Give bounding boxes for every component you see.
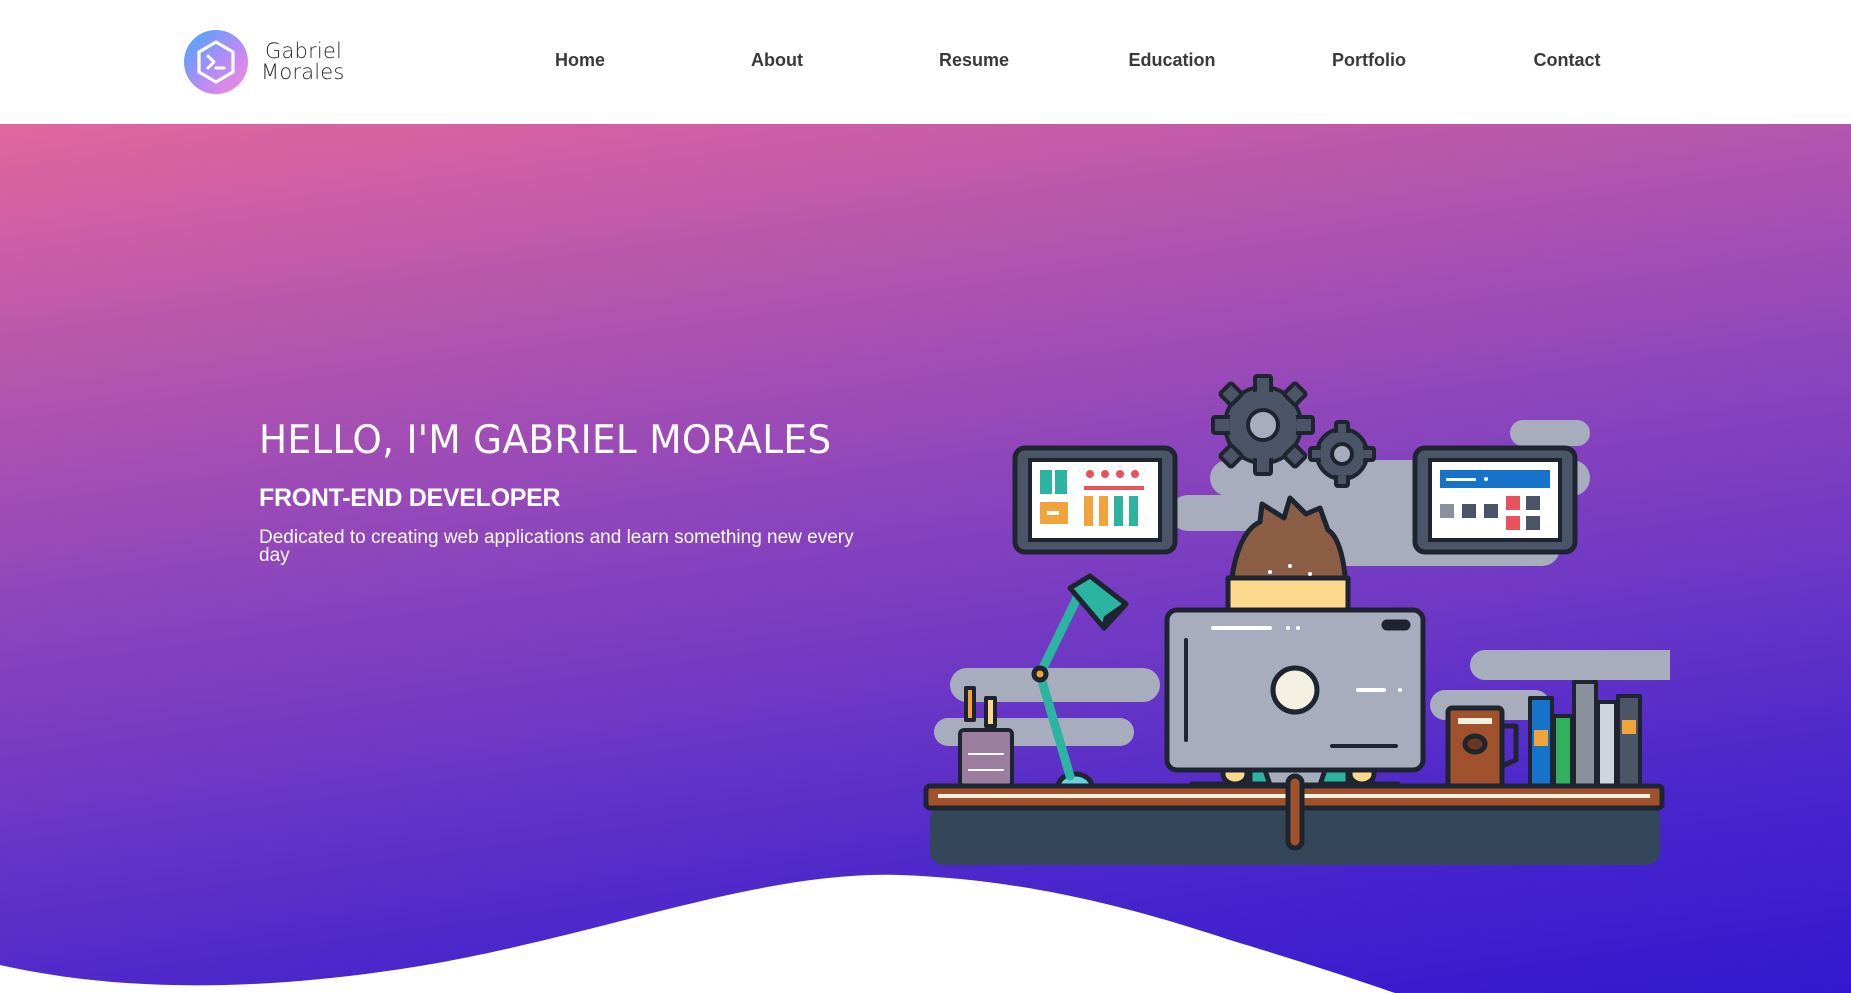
bottom-wave-divider [0,874,1395,993]
hero-section: HELLO, I'M GABRIEL MORALES FRONT-END DEV… [0,124,1851,993]
terminal-hexagon-icon [184,30,248,94]
site-header: Gabriel Morales Home About Resume Educat… [0,0,1851,124]
nav-portfolio-link[interactable]: Portfolio [1289,50,1449,71]
nav-resume-link[interactable]: Resume [894,50,1054,71]
brand-logo[interactable]: Gabriel Morales [184,30,364,94]
nav-contact-link[interactable]: Contact [1487,50,1647,71]
nav-education-link[interactable]: Education [1092,50,1252,71]
nav-home-link[interactable]: Home [500,50,660,71]
brand-name-last: Morales [261,60,345,84]
brand-name-first: Gabriel [265,39,343,63]
nav-about-link[interactable]: About [697,50,857,71]
brand-name: Gabriel Morales [261,41,381,83]
